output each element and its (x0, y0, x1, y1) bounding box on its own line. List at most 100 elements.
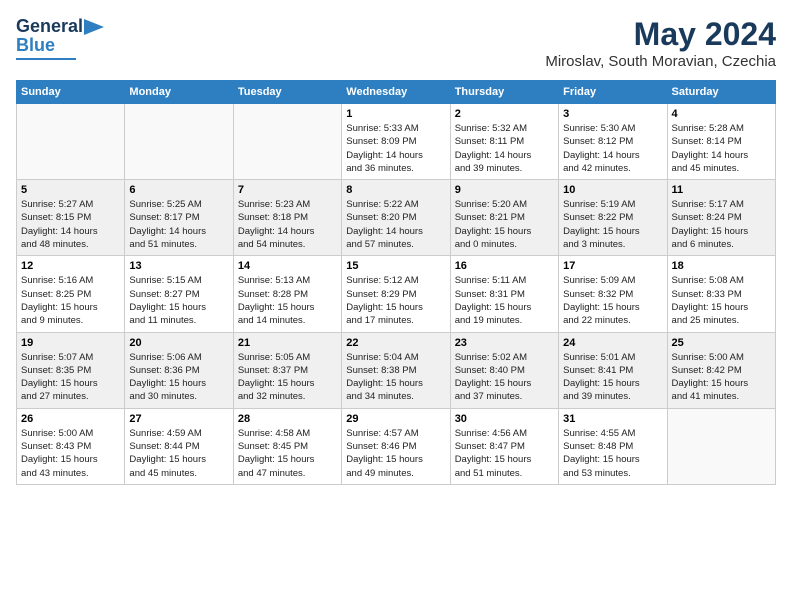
day-number: 15 (346, 260, 445, 272)
day-info: Sunrise: 5:01 AMSunset: 8:41 PMDaylight:… (563, 351, 662, 404)
day-info: Sunrise: 4:59 AMSunset: 8:44 PMDaylight:… (129, 427, 228, 480)
day-info: Sunrise: 4:57 AMSunset: 8:46 PMDaylight:… (346, 427, 445, 480)
calendar-cell: 5Sunrise: 5:27 AMSunset: 8:15 PMDaylight… (17, 180, 125, 256)
day-info: Sunrise: 5:19 AMSunset: 8:22 PMDaylight:… (563, 198, 662, 251)
day-info: Sunrise: 5:12 AMSunset: 8:29 PMDaylight:… (346, 274, 445, 327)
calendar-header-row: SundayMondayTuesdayWednesdayThursdayFrid… (17, 81, 776, 104)
calendar-week-4: 19 Sunrise: 5:07 AMSunset: 8:35 PMDayligh… (17, 332, 776, 408)
day-number: 19 (21, 337, 120, 349)
calendar-cell: 23Sunrise: 5:02 AMSunset: 8:40 PMDayligh… (450, 332, 558, 408)
day-number: 26 (21, 413, 120, 425)
calendar-cell (17, 104, 125, 180)
calendar-cell: 20 Sunrise: 5:06 AMSunset: 8:36 PMDayligh… (125, 332, 233, 408)
day-number: 28 (238, 413, 337, 425)
calendar-cell: 9 Sunrise: 5:20 AMSunset: 8:21 PMDaylight… (450, 180, 558, 256)
calendar-cell: 1Sunrise: 5:33 AMSunset: 8:09 PMDaylight… (342, 104, 450, 180)
calendar-cell: 2Sunrise: 5:32 AMSunset: 8:11 PMDaylight… (450, 104, 558, 180)
calendar-cell: 7Sunrise: 5:23 AMSunset: 8:18 PMDaylight… (233, 180, 341, 256)
calendar-cell: 19 Sunrise: 5:07 AMSunset: 8:35 PMDayligh… (17, 332, 125, 408)
calendar-cell: 18Sunrise: 5:08 AMSunset: 8:33 PMDayligh… (667, 256, 775, 332)
day-info: Sunrise: 5:09 AMSunset: 8:32 PMDaylight:… (563, 274, 662, 327)
calendar-cell: 26 Sunrise: 5:00 AMSunset: 8:43 PMDayligh… (17, 408, 125, 484)
calendar-cell: 10 Sunrise: 5:19 AMSunset: 8:22 PMDayligh… (559, 180, 667, 256)
calendar-cell: 22Sunrise: 5:04 AMSunset: 8:38 PMDayligh… (342, 332, 450, 408)
day-info: Sunrise: 5:30 AMSunset: 8:12 PMDaylight:… (563, 122, 662, 175)
day-number: 29 (346, 413, 445, 425)
day-number: 9 (455, 184, 554, 196)
calendar-cell: 12Sunrise: 5:16 AMSunset: 8:25 PMDayligh… (17, 256, 125, 332)
day-info: Sunrise: 5:05 AMSunset: 8:37 PMDaylight:… (238, 351, 337, 404)
weekday-header-wednesday: Wednesday (342, 81, 450, 104)
day-info: Sunrise: 5:23 AMSunset: 8:18 PMDaylight:… (238, 198, 337, 251)
day-number: 14 (238, 260, 337, 272)
day-info: Sunrise: 5:00 AMSunset: 8:42 PMDaylight:… (672, 351, 771, 404)
day-number: 4 (672, 108, 771, 120)
day-number: 6 (129, 184, 228, 196)
weekday-header-tuesday: Tuesday (233, 81, 341, 104)
day-number: 10 (563, 184, 662, 196)
day-info: Sunrise: 4:58 AMSunset: 8:45 PMDaylight:… (238, 427, 337, 480)
day-info: Sunrise: 5:22 AMSunset: 8:20 PMDaylight:… (346, 198, 445, 251)
day-number: 25 (672, 337, 771, 349)
calendar-week-5: 26 Sunrise: 5:00 AMSunset: 8:43 PMDayligh… (17, 408, 776, 484)
calendar-cell: 21 Sunrise: 5:05 AMSunset: 8:37 PMDayligh… (233, 332, 341, 408)
day-info: Sunrise: 5:00 AMSunset: 8:43 PMDaylight:… (21, 427, 120, 480)
day-info: Sunrise: 5:15 AMSunset: 8:27 PMDaylight:… (129, 274, 228, 327)
day-info: Sunrise: 5:07 AMSunset: 8:35 PMDaylight:… (21, 351, 120, 404)
weekday-header-friday: Friday (559, 81, 667, 104)
calendar-location: Miroslav, South Moravian, Czechia (545, 53, 776, 70)
title-block: May 2024 Miroslav, South Moravian, Czech… (545, 16, 776, 70)
calendar-cell (667, 408, 775, 484)
day-number: 16 (455, 260, 554, 272)
calendar-cell: 27 Sunrise: 4:59 AMSunset: 8:44 PMDayligh… (125, 408, 233, 484)
day-info: Sunrise: 5:04 AMSunset: 8:38 PMDaylight:… (346, 351, 445, 404)
day-info: Sunrise: 5:17 AMSunset: 8:24 PMDaylight:… (672, 198, 771, 251)
calendar-cell (233, 104, 341, 180)
calendar-cell: 11 Sunrise: 5:17 AMSunset: 8:24 PMDayligh… (667, 180, 775, 256)
logo-underline (16, 58, 76, 60)
calendar-cell: 13 Sunrise: 5:15 AMSunset: 8:27 PMDayligh… (125, 256, 233, 332)
day-number: 31 (563, 413, 662, 425)
calendar-cell: 28 Sunrise: 4:58 AMSunset: 8:45 PMDayligh… (233, 408, 341, 484)
calendar-cell: 17 Sunrise: 5:09 AMSunset: 8:32 PMDayligh… (559, 256, 667, 332)
day-number: 3 (563, 108, 662, 120)
day-info: Sunrise: 5:27 AMSunset: 8:15 PMDaylight:… (21, 198, 120, 251)
calendar-cell: 16 Sunrise: 5:11 AMSunset: 8:31 PMDayligh… (450, 256, 558, 332)
day-number: 20 (129, 337, 228, 349)
calendar-cell: 30 Sunrise: 4:56 AMSunset: 8:47 PMDayligh… (450, 408, 558, 484)
day-number: 13 (129, 260, 228, 272)
day-number: 21 (238, 337, 337, 349)
calendar-week-2: 5Sunrise: 5:27 AMSunset: 8:15 PMDaylight… (17, 180, 776, 256)
logo-text-general: General (16, 16, 83, 37)
logo-text-blue: Blue (16, 35, 55, 56)
weekday-header-saturday: Saturday (667, 81, 775, 104)
weekday-header-thursday: Thursday (450, 81, 558, 104)
calendar-cell: 3 Sunrise: 5:30 AMSunset: 8:12 PMDaylight… (559, 104, 667, 180)
calendar-body: 1Sunrise: 5:33 AMSunset: 8:09 PMDaylight… (17, 104, 776, 485)
calendar-title: May 2024 (545, 16, 776, 53)
day-info: Sunrise: 5:06 AMSunset: 8:36 PMDaylight:… (129, 351, 228, 404)
day-info: Sunrise: 5:16 AMSunset: 8:25 PMDaylight:… (21, 274, 120, 327)
calendar-week-1: 1Sunrise: 5:33 AMSunset: 8:09 PMDaylight… (17, 104, 776, 180)
calendar-cell: 24Sunrise: 5:01 AMSunset: 8:41 PMDayligh… (559, 332, 667, 408)
day-number: 17 (563, 260, 662, 272)
day-number: 23 (455, 337, 554, 349)
day-number: 30 (455, 413, 554, 425)
calendar-week-3: 12Sunrise: 5:16 AMSunset: 8:25 PMDayligh… (17, 256, 776, 332)
calendar-cell: 8Sunrise: 5:22 AMSunset: 8:20 PMDaylight… (342, 180, 450, 256)
calendar-cell: 4 Sunrise: 5:28 AMSunset: 8:14 PMDaylight… (667, 104, 775, 180)
calendar-cell: 6Sunrise: 5:25 AMSunset: 8:17 PMDaylight… (125, 180, 233, 256)
day-info: Sunrise: 5:20 AMSunset: 8:21 PMDaylight:… (455, 198, 554, 251)
day-number: 2 (455, 108, 554, 120)
page-header: General Blue May 2024 Miroslav, South Mo… (16, 16, 776, 70)
weekday-header-monday: Monday (125, 81, 233, 104)
calendar-cell: 29 Sunrise: 4:57 AMSunset: 8:46 PMDayligh… (342, 408, 450, 484)
day-info: Sunrise: 4:56 AMSunset: 8:47 PMDaylight:… (455, 427, 554, 480)
day-info: Sunrise: 5:08 AMSunset: 8:33 PMDaylight:… (672, 274, 771, 327)
day-info: Sunrise: 5:28 AMSunset: 8:14 PMDaylight:… (672, 122, 771, 175)
day-info: Sunrise: 5:11 AMSunset: 8:31 PMDaylight:… (455, 274, 554, 327)
day-info: Sunrise: 5:13 AMSunset: 8:28 PMDaylight:… (238, 274, 337, 327)
calendar-table: SundayMondayTuesdayWednesdayThursdayFrid… (16, 80, 776, 485)
day-number: 11 (672, 184, 771, 196)
day-number: 27 (129, 413, 228, 425)
